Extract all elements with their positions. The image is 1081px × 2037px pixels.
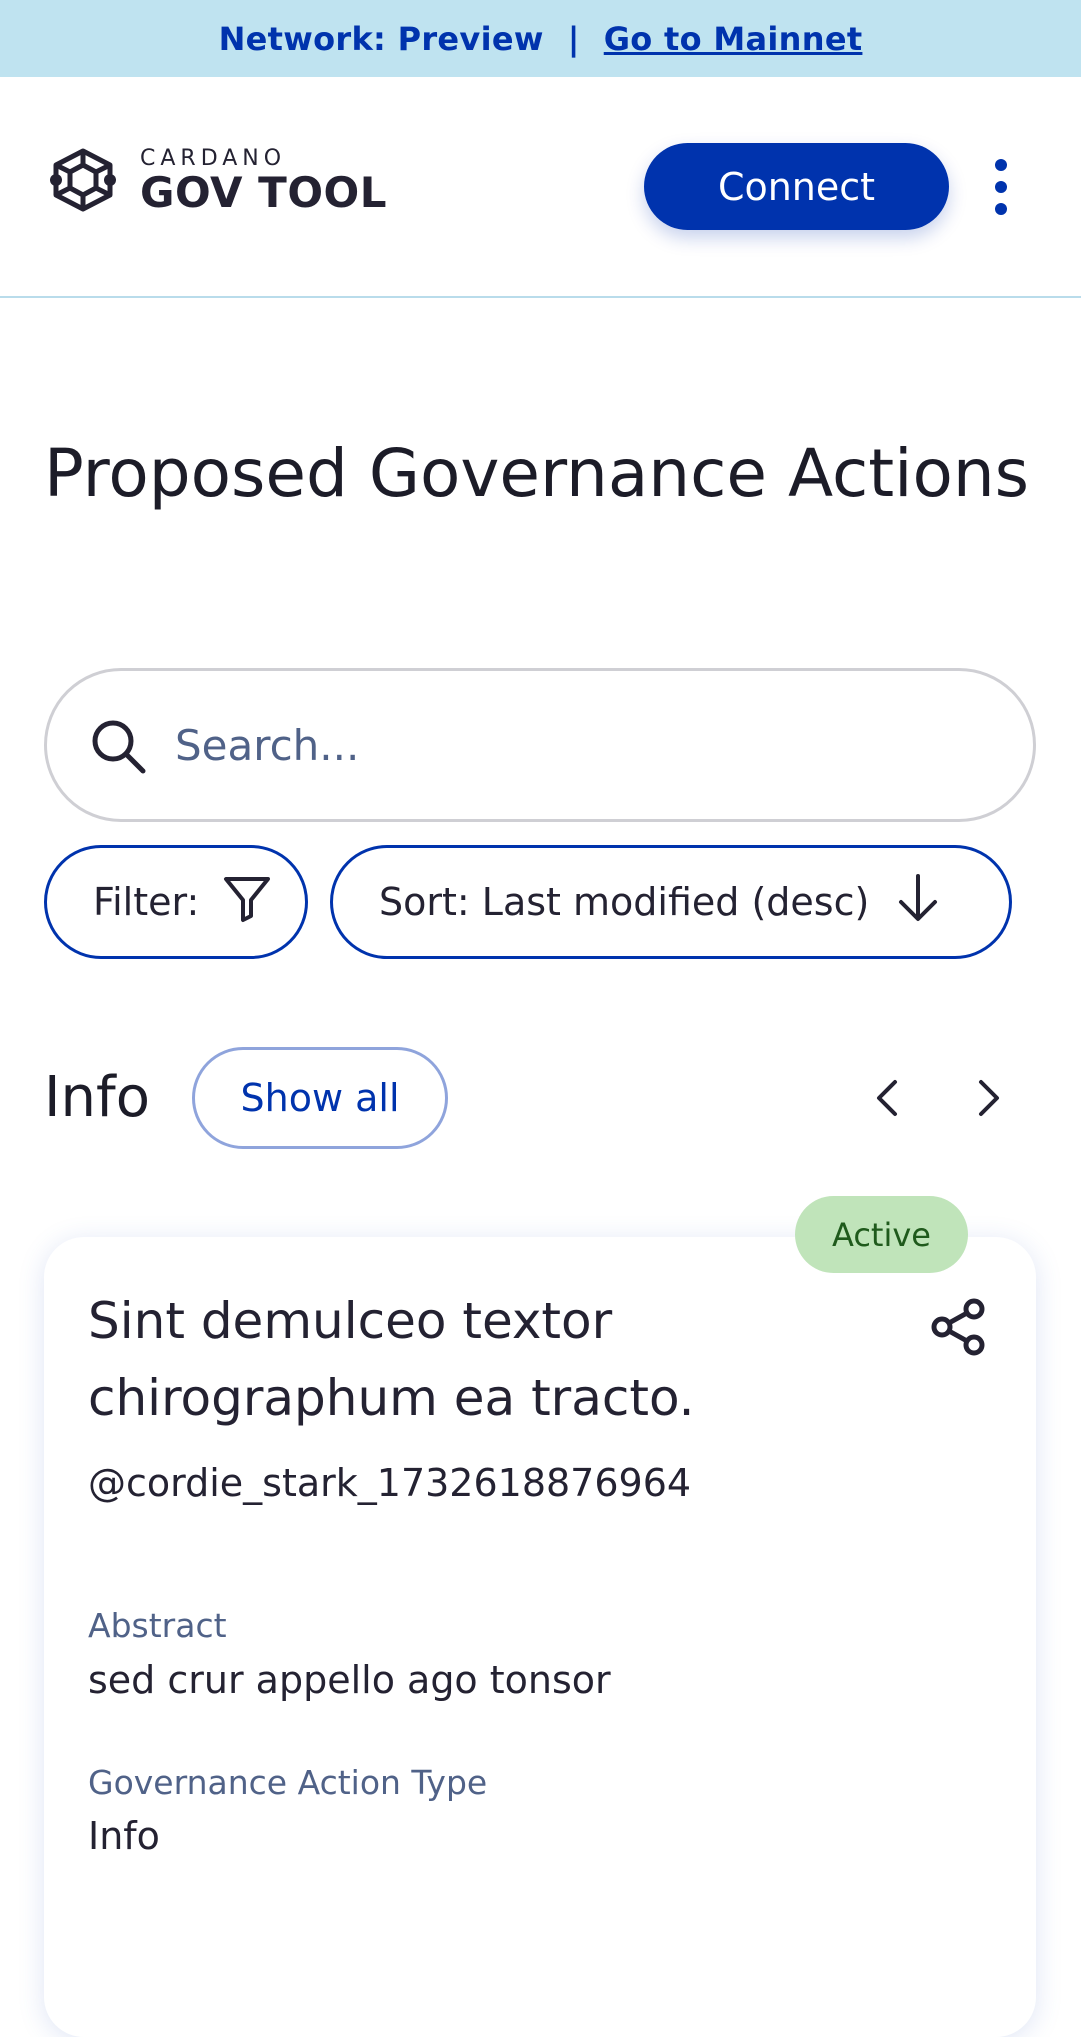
network-label: Network: Preview: [218, 19, 544, 58]
abstract-label: Abstract: [88, 1606, 227, 1645]
go-to-mainnet-link[interactable]: Go to Mainnet: [604, 20, 863, 58]
abstract-value: sed crur appello ago tonsor: [88, 1658, 611, 1702]
action-type-label: Governance Action Type: [88, 1763, 488, 1802]
arrow-down-icon: [895, 872, 941, 933]
page-title: Proposed Governance Actions: [44, 435, 1030, 512]
governance-action-card: Sint demulceo textor chirographum ea tra…: [44, 1237, 1036, 2037]
cardano-hexagon-logo-icon: [44, 145, 122, 219]
action-type-value: Info: [88, 1814, 160, 1858]
filter-button[interactable]: Filter:: [44, 845, 308, 959]
govtool-logo[interactable]: CARDANO GOV TOOL: [44, 145, 387, 219]
filter-icon: [221, 872, 273, 933]
search-input[interactable]: [175, 711, 995, 779]
app-header: CARDANO GOV TOOL Connect: [0, 77, 1081, 298]
card-title: Sint demulceo textor chirographum ea tra…: [88, 1292, 695, 1427]
show-all-button[interactable]: Show all: [192, 1047, 448, 1149]
kebab-menu-icon[interactable]: [986, 159, 1016, 215]
search-icon: [87, 715, 149, 781]
network-banner: Network: Preview | Go to Mainnet: [0, 0, 1081, 77]
logo-subtitle: CARDANO: [140, 146, 287, 171]
section-title-info: Info: [44, 1065, 150, 1130]
sort-label: Sort: Last modified (desc): [379, 880, 870, 924]
share-icon[interactable]: [928, 1297, 988, 1361]
logo-title: GOV TOOL: [140, 168, 387, 217]
chevron-left-icon[interactable]: [862, 1072, 914, 1124]
card-author: @cordie_stark_1732618876964: [88, 1461, 692, 1505]
status-badge: Active: [795, 1196, 968, 1273]
banner-separator: |: [567, 19, 580, 58]
chevron-right-icon[interactable]: [962, 1072, 1014, 1124]
connect-button[interactable]: Connect: [644, 143, 949, 230]
filter-label: Filter:: [93, 880, 200, 924]
search-bar[interactable]: [44, 668, 1036, 822]
sort-button[interactable]: Sort: Last modified (desc): [330, 845, 1012, 959]
